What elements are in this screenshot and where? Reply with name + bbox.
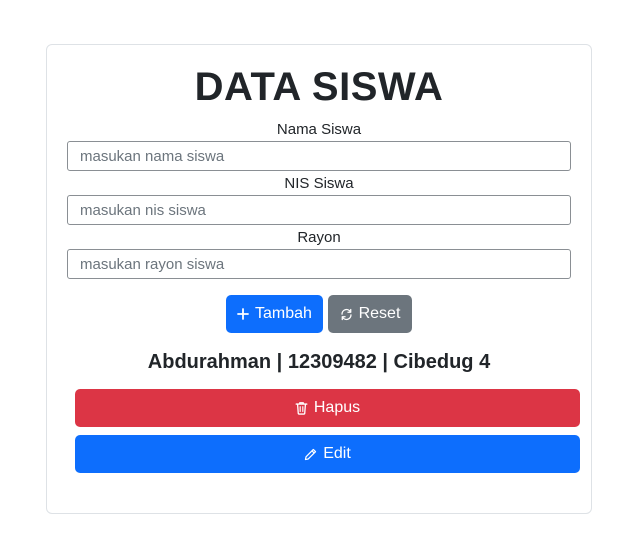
pencil-icon [304,448,317,461]
hapus-label: Hapus [313,399,361,416]
page-title: DATA SISWA [194,65,444,109]
rayon-input[interactable] [67,249,571,279]
reset-label: Reset [358,305,401,322]
trash-icon [295,401,308,415]
edit-button[interactable]: Edit [75,435,580,473]
tambah-label: Tambah [255,305,312,322]
nis-siswa-label: NIS Siswa [284,175,354,192]
data-siswa-card: DATA SISWA Nama Siswa NIS Siswa Rayon Ta… [46,44,592,514]
nama-siswa-label: Nama Siswa [276,121,362,138]
hapus-button[interactable]: Hapus [75,389,580,427]
nis-siswa-input[interactable] [67,195,571,225]
tambah-button[interactable]: Tambah [226,295,323,333]
plus-icon [237,308,249,320]
refresh-icon [340,308,353,321]
rayon-label: Rayon [297,229,341,246]
edit-label: Edit [323,445,351,462]
reset-button[interactable]: Reset [328,295,412,333]
student-info: Abdurahman | 12309482 | Cibedug 4 [147,351,491,373]
nama-siswa-input[interactable] [67,141,571,171]
